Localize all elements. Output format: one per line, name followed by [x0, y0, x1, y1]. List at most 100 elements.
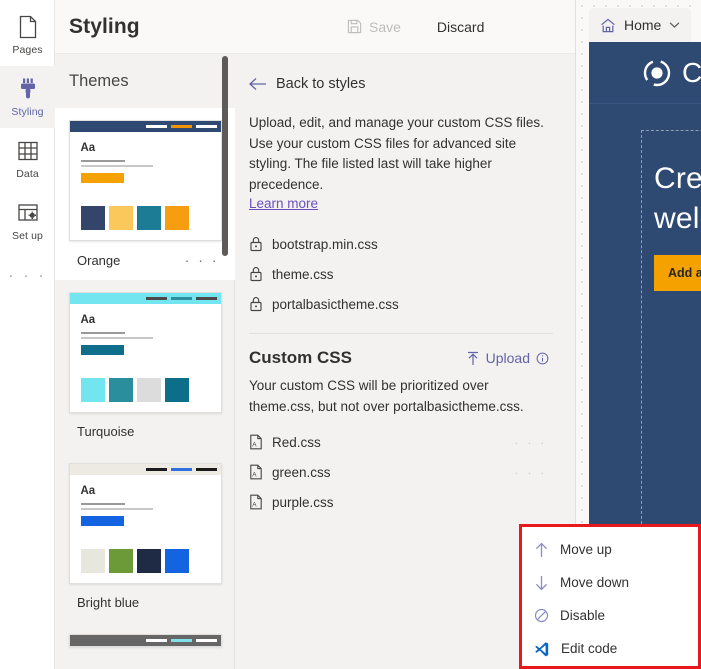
theme-preview-card: Aa [68, 120, 222, 241]
chevron-down-icon[interactable] [669, 21, 680, 29]
file-name: portalbasictheme.css [272, 296, 399, 312]
theme-item-turquoise[interactable]: Aa Turquoise [55, 280, 235, 451]
theme-name: Orange [77, 252, 121, 268]
page-icon [15, 14, 41, 40]
themes-section-header: Themes [55, 54, 235, 108]
theme-card-sample-text: Aa [80, 314, 96, 326]
theme-card-body: Aa [70, 475, 221, 535]
file-name: theme.css [272, 266, 334, 282]
theme-card-sample-text: Aa [80, 485, 96, 497]
file-more-menu-button[interactable]: · · · [514, 465, 547, 480]
theme-card-topbar [69, 635, 221, 646]
file-context-menu-highlight: Move up Move down Disable Edit code [519, 524, 701, 669]
site-logo-icon [642, 58, 672, 88]
menu-item-label: Move up [560, 542, 612, 557]
theme-card-swatches [70, 192, 221, 240]
list-item: portalbasictheme.css [249, 289, 553, 319]
preview-site-header: C [589, 42, 701, 104]
file-name: Red.css [272, 434, 321, 450]
save-button[interactable]: Save [333, 11, 415, 43]
themes-panel: Styling Themes Aa Orange · · · Aa Turquo… [55, 0, 235, 669]
menu-item-label: Move down [560, 575, 630, 590]
file-name: bootstrap.min.css [272, 236, 378, 252]
menu-item-move-down[interactable]: Move down [522, 566, 698, 599]
menu-item-label: Disable [560, 608, 606, 623]
styling-header: Styling [55, 0, 235, 54]
themes-heading: Themes [69, 71, 129, 90]
theme-card-line [80, 508, 153, 510]
theme-card-button-sample [80, 173, 124, 183]
custom-css-title: Custom CSS [249, 348, 352, 367]
theme-item-orange[interactable]: Aa Orange · · · [55, 108, 235, 280]
lock-icon [249, 266, 263, 282]
theme-card-body: Aa [70, 132, 221, 192]
sidebar-item-data[interactable]: Data [0, 128, 55, 190]
page-title: Styling [69, 14, 140, 38]
upload-arrow-icon [466, 351, 480, 366]
menu-item-edit-code[interactable]: Edit code [522, 632, 698, 665]
back-to-styles-button[interactable]: Back to styles [249, 76, 553, 92]
theme-more-menu-button[interactable]: · · · [185, 252, 219, 268]
theme-name: Bright blue [77, 595, 140, 610]
theme-card-sample-text: Aa [80, 142, 96, 154]
list-item[interactable]: A green.css · · · [249, 457, 553, 487]
theme-card-swatches [70, 535, 221, 583]
theme-name-row: Orange · · · [55, 241, 235, 280]
file-context-menu: Move up Move down Disable Edit code [522, 527, 698, 665]
paintbrush-icon [15, 76, 41, 102]
panel-toolbar: Save Discard [235, 0, 575, 54]
panel-description: Upload, edit, and manage your custom CSS… [249, 115, 544, 192]
custom-file-list: A Red.css · · · A green.css · · · A purp… [249, 427, 553, 517]
preview-page-tab-home[interactable]: Home [589, 8, 692, 42]
theme-card-body: Aa [70, 304, 221, 364]
theme-preview-card [68, 634, 222, 647]
themes-list[interactable]: Aa Orange · · · Aa Turquoise Aa Bright b… [55, 108, 235, 669]
theme-card-button-sample [80, 345, 124, 355]
block-icon [534, 608, 549, 623]
sidebar-item-label: Pages [12, 44, 43, 56]
theme-name: Turquoise [77, 424, 135, 439]
file-name: green.css [272, 464, 331, 480]
file-name: purple.css [272, 494, 334, 510]
themes-scrollbar[interactable] [222, 56, 228, 256]
css-file-icon: A [249, 464, 263, 480]
theme-item-bright-blue[interactable]: Aa Bright blue [55, 451, 235, 622]
sidebar-item-styling[interactable]: Styling [0, 66, 55, 128]
list-item[interactable]: A Red.css · · · [249, 427, 553, 457]
svg-text:A: A [252, 502, 257, 509]
file-more-menu-button[interactable]: · · · [514, 435, 547, 450]
custom-css-header: Custom CSS Upload [249, 348, 553, 368]
vscode-icon [534, 641, 550, 657]
save-disk-icon [347, 19, 362, 34]
theme-name-row: Bright blue [55, 584, 235, 622]
theme-preview-card: Aa [68, 463, 222, 584]
section-divider [249, 333, 553, 334]
preview-cta-button[interactable]: Add a [654, 255, 701, 291]
theme-card-button-sample [80, 516, 124, 526]
css-file-icon: A [249, 494, 263, 510]
learn-more-link[interactable]: Learn more [249, 196, 318, 211]
panel-body: Back to styles Upload, edit, and manage … [235, 54, 575, 517]
discard-label: Discard [436, 18, 485, 35]
sidebar-item-setup[interactable]: Set up [0, 190, 55, 252]
styling-workspace: Pages Styling Data Set up · · · Styling … [0, 0, 701, 669]
theme-card-line [80, 160, 125, 162]
preview-hero-section: Cre welc Add a [641, 130, 701, 529]
arrow-down-icon [534, 575, 549, 591]
setup-gear-icon [15, 200, 41, 226]
list-item[interactable]: A purple.css [249, 487, 553, 517]
upload-button[interactable]: Upload [466, 350, 549, 366]
sidebar-overflow-button[interactable]: · · · [0, 252, 55, 298]
discard-button[interactable]: Discard [423, 11, 498, 43]
svg-text:A: A [252, 472, 257, 479]
sidebar-item-label: Styling [11, 106, 44, 118]
theme-item-partial[interactable] [55, 622, 235, 647]
sidebar-item-pages[interactable]: Pages [0, 4, 55, 66]
sidebar-item-label: Set up [12, 230, 43, 242]
menu-item-move-up[interactable]: Move up [522, 533, 698, 566]
menu-item-disable[interactable]: Disable [522, 599, 698, 632]
preview-tab-label: Home [624, 17, 662, 33]
custom-css-description: Your custom CSS will be prioritized over… [249, 378, 524, 414]
arrow-left-icon [249, 77, 267, 91]
info-circle-icon[interactable] [536, 352, 549, 365]
